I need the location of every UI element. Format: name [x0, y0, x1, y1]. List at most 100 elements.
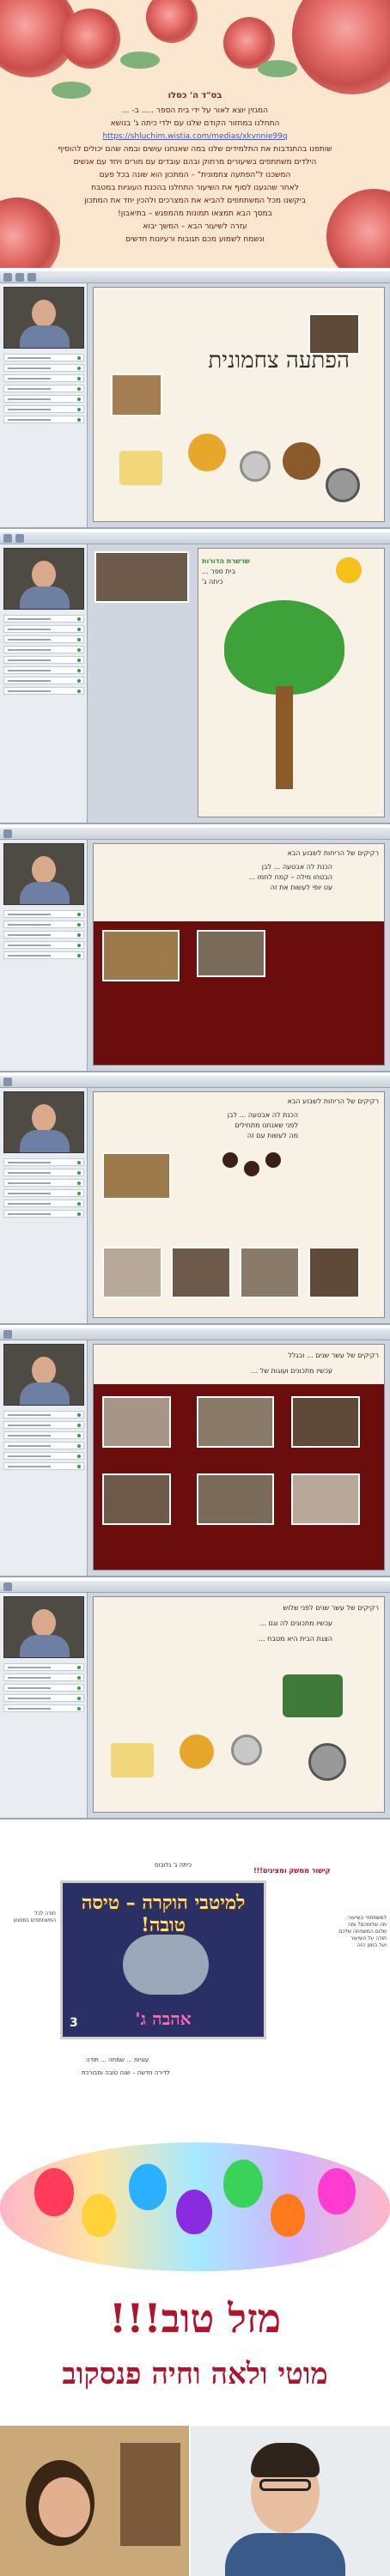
participant-row[interactable]: [3, 910, 84, 918]
slide-line: רקיקים של עשר שנים לפני שלוש: [283, 1604, 379, 1612]
banner-line: המגזין יוצא לאור על ידי בית הספר ..... ב…: [121, 106, 269, 115]
menu-icon[interactable]: [3, 1078, 12, 1086]
poster-number: 3: [70, 2016, 78, 2030]
participant-row[interactable]: [3, 1663, 84, 1671]
participant-row[interactable]: [3, 951, 84, 959]
participant-row[interactable]: [3, 374, 84, 382]
participant-row[interactable]: [3, 1462, 84, 1470]
celebration-card: מזל טוב!!! מוטי ולאה וחיה פנסקוב: [0, 2142, 390, 2417]
participant-row[interactable]: [3, 1452, 84, 1460]
menu-icon[interactable]: [3, 534, 12, 543]
participant-row[interactable]: [3, 1421, 84, 1429]
meeting-screenshot-1: הפתעה צחמונית: [0, 271, 390, 529]
toolbar: [0, 1581, 390, 1593]
leaf-decoration: [120, 52, 160, 69]
participant-row[interactable]: [3, 1704, 84, 1712]
participant-row[interactable]: [3, 1431, 84, 1439]
shirt-image: [225, 2533, 345, 2576]
participant-row[interactable]: [3, 1674, 84, 1681]
photo-thumbnail: [102, 1473, 171, 1525]
menu-icon[interactable]: [3, 1330, 12, 1339]
participant-row[interactable]: [3, 635, 84, 643]
balloon: [176, 2190, 212, 2234]
slide-line: עכשיו מתכונים ועוגות של ...: [251, 1367, 332, 1375]
cookie-photo: [102, 930, 180, 981]
hair-image: [251, 2443, 320, 2477]
participant-row[interactable]: [3, 395, 84, 403]
participant-row[interactable]: [3, 354, 84, 361]
photo-thumbnail: [102, 1396, 171, 1448]
slide-line: רקיקים של עשר שנים ... ובגלל: [288, 1352, 379, 1359]
butter-image: [111, 1743, 154, 1777]
participant-row[interactable]: [3, 1189, 84, 1197]
participant-row[interactable]: [3, 1158, 84, 1166]
participant-row[interactable]: [3, 1684, 84, 1692]
balloon: [223, 2160, 263, 2208]
participant-list: [3, 615, 84, 697]
right-note-line: שלום המשפחה שלכם: [338, 1929, 387, 1935]
participants-panel: [0, 840, 88, 1071]
participants-panel: [0, 283, 88, 527]
participant-row[interactable]: [3, 364, 84, 372]
participant-row[interactable]: [3, 941, 84, 949]
participant-row[interactable]: [3, 646, 84, 653]
right-note-line: ועל הזמן הזה: [356, 1942, 387, 1948]
webcam-video: [3, 287, 84, 349]
settings-icon[interactable]: [15, 273, 24, 282]
webcam-video: [3, 1596, 84, 1658]
participants-panel: [0, 1340, 88, 1576]
participants-panel: [0, 1593, 88, 1818]
photo-thumbnail: [240, 1247, 300, 1298]
tree-crown-image: [224, 600, 344, 695]
participant-row[interactable]: [3, 625, 84, 633]
slide-line: לפני שאנחנו מתחילים: [235, 1121, 298, 1129]
collage-red-caption: קישור ממשק ומציגים!!!: [253, 1867, 331, 1874]
video-link[interactable]: https://shluchim.wistia.com/medias/xkvnn…: [26, 131, 364, 143]
right-note: למשתתפי השיעור: מה שלומכם? ומה שלום המשפ…: [275, 1915, 387, 1949]
participant-row[interactable]: [3, 666, 84, 674]
share-icon[interactable]: [27, 273, 36, 282]
participant-row[interactable]: [3, 1179, 84, 1187]
banner-title: בס"ד ה' כסלו: [168, 91, 222, 100]
banner-line: המשכנו ל"הפתעה צחמונית" – המתכון הוא שונ…: [99, 171, 291, 179]
toolbar: [0, 271, 390, 283]
slide-line: שרשרת הדורות: [202, 557, 250, 565]
tree-trunk-image: [276, 686, 293, 789]
collage-bottom-caption-2: לדירה חדשה – שנה טובה ומבורכת: [82, 2069, 170, 2076]
participant-row[interactable]: [3, 385, 84, 392]
participant-row[interactable]: [3, 1694, 84, 1702]
slide-line: עט יופי לעשות את זה: [270, 884, 332, 891]
slide-header-strip: [94, 1345, 384, 1384]
webcam-video: [3, 843, 84, 905]
menu-icon[interactable]: [3, 829, 12, 838]
balloon: [129, 2164, 167, 2210]
photo-thumbnail: [102, 1247, 162, 1298]
egg-yolk-image: [180, 1735, 214, 1769]
participant-row[interactable]: [3, 920, 84, 928]
whisk-image: [231, 1735, 262, 1765]
menu-icon[interactable]: [3, 1583, 12, 1591]
participant-row[interactable]: [3, 1200, 84, 1207]
participant-row[interactable]: [3, 677, 84, 684]
participant-row[interactable]: [3, 1210, 84, 1218]
face-image: [39, 2477, 90, 2537]
participant-row[interactable]: [3, 656, 84, 664]
photo-thumbnail: [171, 1247, 231, 1298]
rose-decoration: [146, 0, 198, 43]
cookie-photo: [102, 1152, 171, 1200]
sun-icon: [336, 557, 362, 583]
participant-row[interactable]: [3, 1411, 84, 1419]
toolbar: [0, 828, 390, 840]
participant-row[interactable]: [3, 615, 84, 623]
menu-icon[interactable]: [3, 273, 12, 282]
participant-row[interactable]: [3, 687, 84, 695]
settings-icon[interactable]: [15, 534, 24, 543]
participant-row[interactable]: [3, 405, 84, 413]
butter-image: [119, 451, 162, 485]
participant-row[interactable]: [3, 1169, 84, 1176]
balloon: [271, 2194, 305, 2237]
participant-row[interactable]: [3, 416, 84, 423]
participant-row[interactable]: [3, 931, 84, 939]
participant-row[interactable]: [3, 1442, 84, 1449]
cookie-photo: [197, 930, 265, 977]
